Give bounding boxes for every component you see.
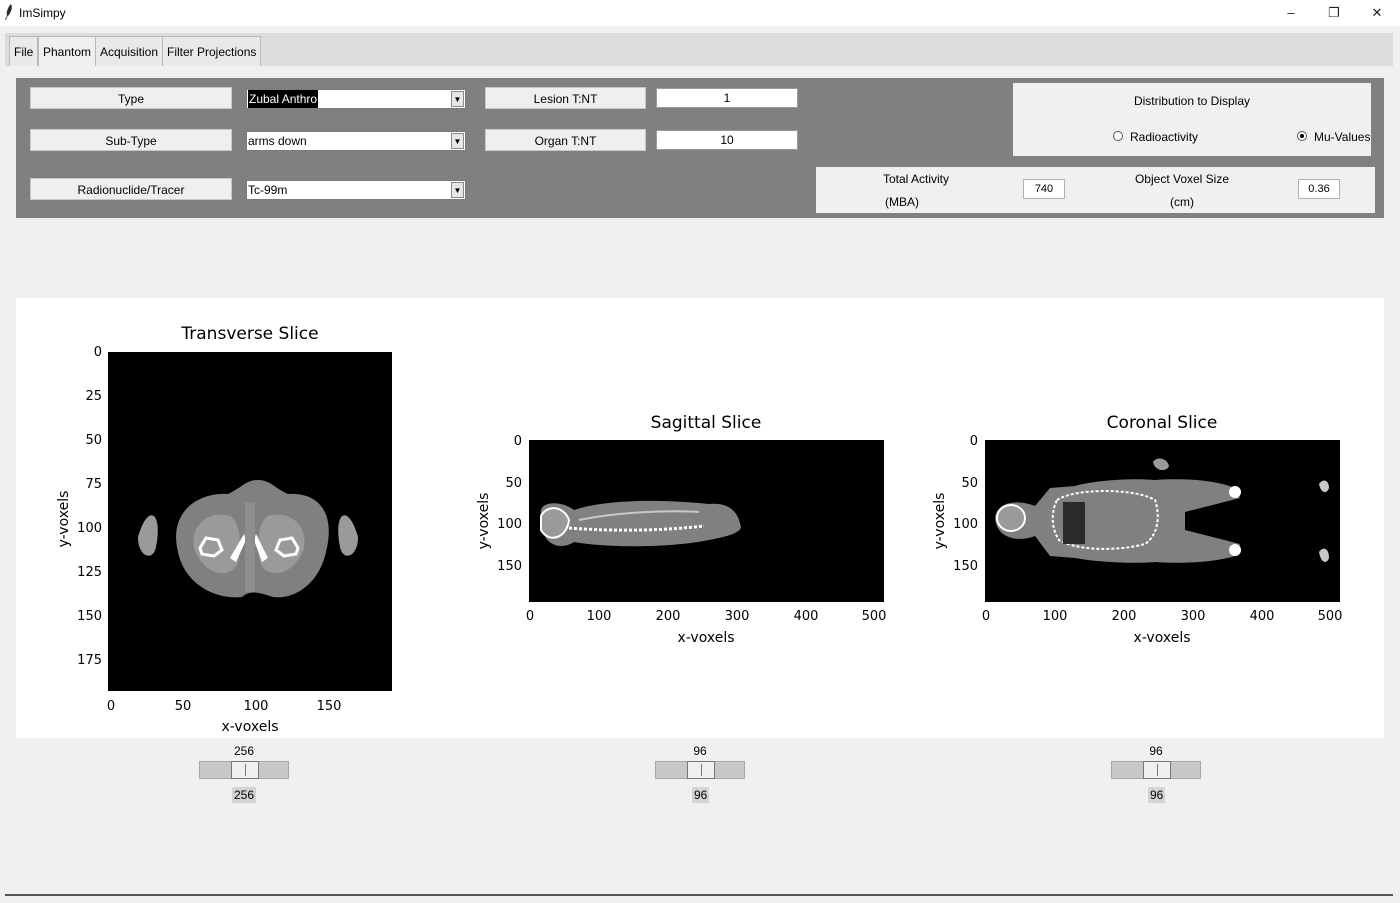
slider-handle[interactable] bbox=[231, 761, 259, 779]
coronal-slider-value: 96 bbox=[1149, 744, 1163, 758]
total-activity-input[interactable]: 740 bbox=[1023, 179, 1065, 199]
coronal-slider-label: 96 bbox=[1148, 787, 1166, 803]
coronal-title: Coronal Slice bbox=[1106, 413, 1218, 433]
voxel-size-input[interactable]: 0.36 bbox=[1298, 179, 1340, 199]
radioactivity-radio[interactable] bbox=[1113, 131, 1123, 141]
transverse-ytick: 25 bbox=[85, 389, 102, 404]
organ-ratio-input[interactable]: 10 bbox=[656, 130, 798, 150]
chevron-down-icon[interactable]: ▼ bbox=[451, 182, 464, 198]
lesion-ratio-input[interactable]: 1 bbox=[656, 88, 798, 108]
title-bar: ImSimpy – ❐ ✕ bbox=[0, 0, 1400, 26]
transverse-xtick: 0 bbox=[106, 699, 116, 714]
coronal-hotspot bbox=[1229, 486, 1241, 498]
coronal-xtick: 400 bbox=[1249, 609, 1275, 624]
close-button[interactable]: ✕ bbox=[1354, 0, 1400, 26]
sagittal-title: Sagittal Slice bbox=[650, 413, 762, 433]
subtype-combobox[interactable]: arms down ▼ bbox=[246, 131, 466, 151]
app-feather-icon bbox=[5, 4, 12, 20]
total-activity-label: Total Activity bbox=[882, 172, 950, 186]
sagittal-slice-image bbox=[529, 440, 884, 602]
tracer-value: Tc-99m bbox=[248, 183, 288, 197]
organ-label: Organ T:NT bbox=[485, 129, 646, 151]
type-value: Zubal Anthro bbox=[248, 90, 319, 108]
transverse-ytick: 150 bbox=[77, 609, 102, 624]
coronal-xtick: 200 bbox=[1111, 609, 1137, 624]
transverse-ytick: 0 bbox=[93, 345, 102, 360]
mu-values-label[interactable]: Mu-Values bbox=[1314, 130, 1370, 144]
coronal-hotspot bbox=[1229, 544, 1241, 556]
subtype-value: arms down bbox=[248, 134, 307, 148]
transverse-slider-value: 256 bbox=[233, 744, 255, 758]
coronal-ytick: 50 bbox=[961, 476, 978, 491]
distribution-title: Distribution to Display bbox=[1133, 94, 1251, 108]
sagittal-slider-value: 96 bbox=[693, 744, 707, 758]
subtype-label: Sub-Type bbox=[30, 129, 232, 151]
coronal-slider[interactable] bbox=[1111, 761, 1201, 779]
tab-acquisition[interactable]: Acquisition bbox=[95, 36, 164, 66]
lesion-label: Lesion T:NT bbox=[485, 87, 646, 109]
coronal-xtick: 500 bbox=[1317, 609, 1343, 624]
sagittal-xtick: 200 bbox=[655, 609, 681, 624]
sagittal-xtick: 400 bbox=[793, 609, 819, 624]
slider-handle[interactable] bbox=[687, 761, 715, 779]
chevron-down-icon[interactable]: ▼ bbox=[451, 133, 464, 149]
tracer-label: Radionuclide/Tracer bbox=[30, 178, 232, 200]
sagittal-ytick: 50 bbox=[505, 476, 522, 491]
coronal-xtick: 300 bbox=[1180, 609, 1206, 624]
transverse-slider[interactable] bbox=[199, 761, 289, 779]
tab-phantom[interactable]: Phantom bbox=[38, 36, 97, 66]
coronal-head bbox=[996, 504, 1026, 532]
sagittal-ytick: 150 bbox=[497, 559, 522, 574]
type-combobox[interactable]: Zubal Anthro ▼ bbox=[246, 89, 466, 109]
coronal-ytick: 0 bbox=[969, 434, 978, 449]
minimize-button[interactable]: – bbox=[1268, 0, 1314, 26]
coronal-slice-image bbox=[985, 440, 1340, 602]
transverse-xlabel: x-voxels bbox=[221, 719, 279, 735]
mu-values-radio[interactable] bbox=[1297, 131, 1307, 141]
tracer-combobox[interactable]: Tc-99m ▼ bbox=[246, 180, 466, 200]
transverse-xtick: 100 bbox=[243, 699, 269, 714]
coronal-ytick: 100 bbox=[953, 517, 978, 532]
slider-handle[interactable] bbox=[1143, 761, 1171, 779]
sagittal-xtick: 100 bbox=[586, 609, 612, 624]
sagittal-ytick: 0 bbox=[513, 434, 522, 449]
transverse-slider-label: 256 bbox=[232, 787, 257, 803]
transverse-ytick: 50 bbox=[85, 433, 102, 448]
coronal-lung bbox=[1063, 502, 1085, 544]
transverse-xtick: 150 bbox=[316, 699, 342, 714]
voxel-size-unit: (cm) bbox=[1170, 195, 1194, 209]
tab-file[interactable]: File bbox=[9, 36, 39, 66]
window-bottom-edge bbox=[5, 894, 1393, 896]
tab-filter-projections[interactable]: Filter Projections bbox=[162, 36, 262, 66]
sagittal-slider[interactable] bbox=[655, 761, 745, 779]
total-activity-unit: (MBA) bbox=[885, 195, 919, 209]
sagittal-ytick: 100 bbox=[497, 517, 522, 532]
sagittal-xlabel: x-voxels bbox=[677, 630, 735, 646]
transverse-title: Transverse Slice bbox=[181, 324, 319, 344]
chevron-down-icon[interactable]: ▼ bbox=[451, 91, 464, 107]
type-label: Type bbox=[30, 87, 232, 109]
transverse-ytick: 175 bbox=[77, 653, 102, 668]
transverse-xtick: 50 bbox=[174, 699, 192, 714]
sagittal-slider-label: 96 bbox=[692, 787, 710, 803]
coronal-xlabel: x-voxels bbox=[1133, 630, 1191, 646]
coronal-ytick: 150 bbox=[953, 559, 978, 574]
transverse-ytick: 100 bbox=[77, 521, 102, 536]
coronal-xtick: 100 bbox=[1042, 609, 1068, 624]
restore-button[interactable]: ❐ bbox=[1311, 0, 1357, 26]
transverse-ytick: 125 bbox=[77, 565, 102, 580]
transverse-slice-image bbox=[108, 352, 392, 691]
transverse-ytick: 75 bbox=[85, 477, 102, 492]
window-title: ImSimpy bbox=[19, 6, 66, 20]
sagittal-xtick: 0 bbox=[525, 609, 535, 624]
coronal-xtick: 0 bbox=[981, 609, 991, 624]
voxel-size-label: Object Voxel Size bbox=[1134, 172, 1230, 186]
radioactivity-label[interactable]: Radioactivity bbox=[1130, 130, 1198, 144]
sagittal-xtick: 300 bbox=[724, 609, 750, 624]
sagittal-xtick: 500 bbox=[861, 609, 887, 624]
